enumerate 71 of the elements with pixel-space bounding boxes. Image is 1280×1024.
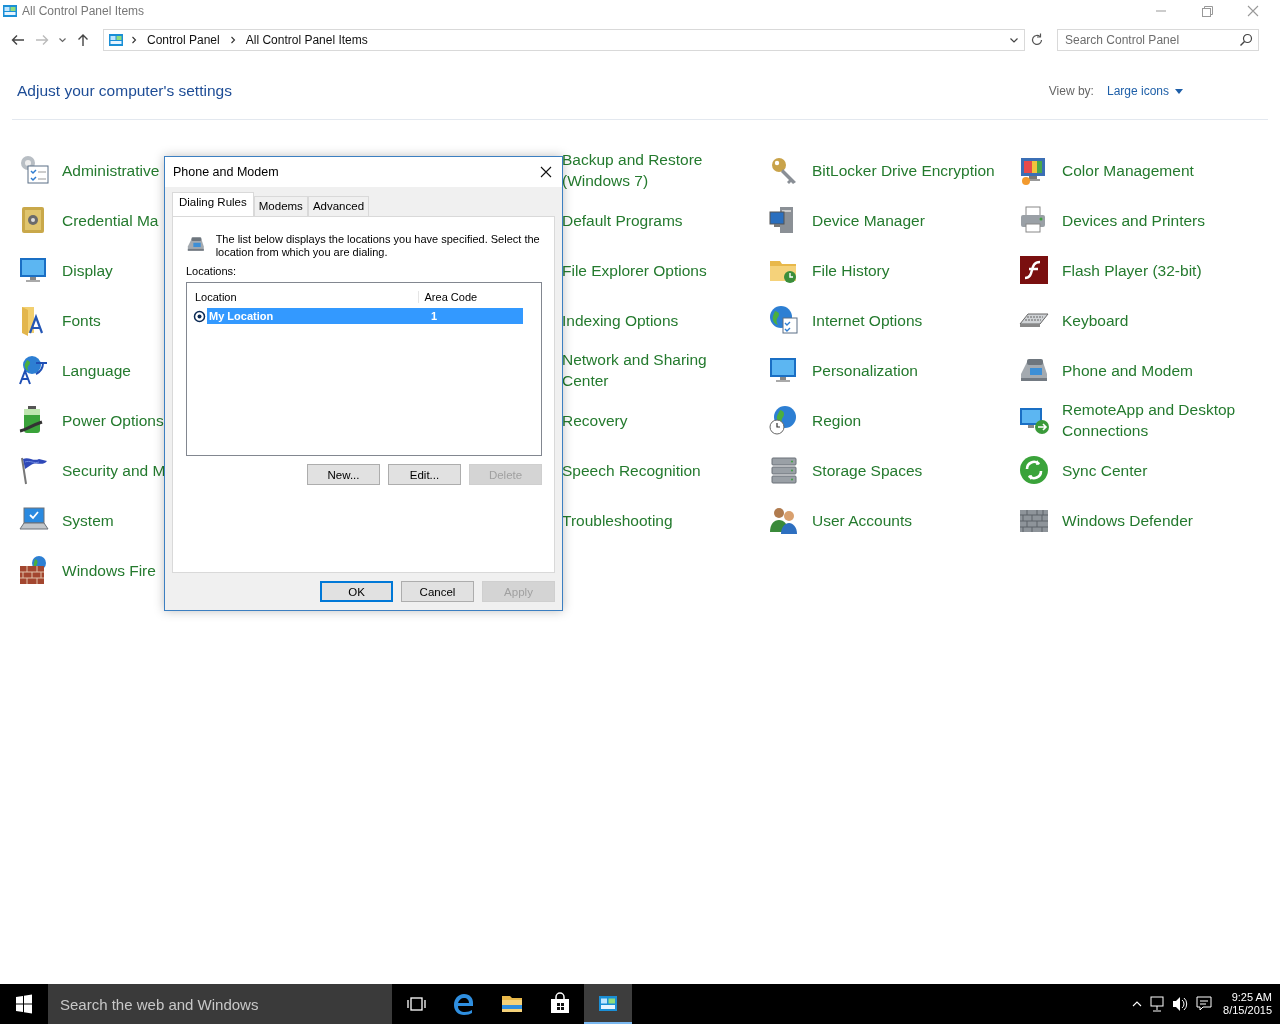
disk-stack-icon[interactable] (768, 454, 800, 486)
description-text: The list below displays the locations you have specified. Select the location from which you are dialing. (215, 232, 541, 259)
window-title: All Control Panel Items (22, 4, 145, 18)
close-icon[interactable] (539, 165, 553, 179)
item-link[interactable]: Sync Center (1062, 459, 1148, 481)
item-link[interactable]: Flash Player (32-bit) (1062, 259, 1202, 281)
item-link[interactable]: Storage Spaces (812, 459, 923, 481)
item-link[interactable]: Backup and Restore (Windows 7) (562, 149, 752, 191)
item-link[interactable]: Windows Fire (62, 559, 156, 581)
breadcrumb[interactable]: Control Panel (144, 33, 223, 47)
item-link[interactable]: Speech Recognition (562, 459, 701, 481)
item-link[interactable]: Default Programs (562, 209, 683, 231)
search-field[interactable]: Search Control Panel (1057, 29, 1259, 51)
item-link[interactable]: Internet Options (812, 309, 923, 331)
dialog-title: Phone and Modem (173, 165, 279, 179)
button[interactable]: New... (307, 464, 380, 485)
button[interactable]: Cancel (401, 581, 474, 602)
control-panel-icon[interactable] (584, 984, 632, 1024)
locations-label: Locations: (186, 265, 238, 277)
tab[interactable]: Modems (253, 196, 308, 216)
item-link[interactable]: Region (812, 409, 862, 431)
globe-checklist-icon[interactable] (768, 304, 800, 336)
view-mode-dropdown[interactable]: Large icons (1106, 84, 1183, 98)
item-link[interactable]: Personalization (812, 359, 918, 381)
address-bar[interactable]: Control Panel All Control Panel Items (103, 29, 1025, 51)
button[interactable]: OK (320, 581, 393, 602)
sync-icon[interactable] (1018, 454, 1050, 486)
location-target-icon (193, 309, 206, 323)
item-link[interactable]: Troubleshooting (562, 509, 673, 531)
item-link[interactable]: Color Management (1062, 159, 1194, 181)
search-icon[interactable] (1239, 33, 1253, 47)
caret-icon (1175, 88, 1183, 94)
globe-letters-icon[interactable] (18, 354, 50, 386)
tab[interactable]: Advanced (307, 196, 370, 216)
clock-time[interactable]: 9:25 AM (1231, 991, 1272, 1004)
item-link[interactable]: File History (812, 259, 890, 281)
button[interactable]: Edit... (388, 464, 461, 485)
list-row[interactable]: My Location 1 (207, 308, 523, 324)
item-link[interactable]: Keyboard (1062, 309, 1129, 331)
item-link[interactable]: Power Options (62, 409, 164, 431)
item-link[interactable]: Network and Sharing Center (562, 349, 752, 391)
breadcrumb[interactable]: All Control Panel Items (242, 33, 371, 47)
item-link[interactable]: Indexing Options (562, 309, 679, 331)
item-link[interactable]: Administrative (62, 159, 160, 181)
checklist-icon[interactable] (18, 154, 50, 186)
column-header[interactable]: Area Code (417, 290, 523, 303)
control-panel-icon (108, 32, 124, 48)
item-link[interactable]: Language (62, 359, 131, 381)
taskbar-search-field[interactable]: Search the web and Windows (48, 984, 392, 1024)
item-link[interactable]: Phone and Modem (1062, 359, 1193, 381)
item-link[interactable]: Devices and Printers (1062, 209, 1205, 231)
item-link[interactable]: Display (62, 259, 113, 281)
item-link[interactable]: System (62, 509, 114, 531)
control-panel-icon (2, 3, 18, 19)
clock-date[interactable]: 8/15/2015 (1223, 1004, 1272, 1017)
item-link[interactable]: Security and M (62, 459, 166, 481)
tab[interactable]: Dialing Rules (172, 192, 254, 216)
item-link[interactable]: Windows Defender (1062, 509, 1193, 531)
item-link[interactable]: RemoteApp and Desktop Connections (1062, 399, 1252, 441)
item-link[interactable]: User Accounts (812, 509, 912, 531)
back-arrow-icon[interactable] (10, 32, 26, 48)
item-link[interactable]: Credential Ma (62, 209, 159, 231)
view-by-label: View by: (1048, 84, 1094, 98)
page-heading: Adjust your computer's settings (17, 82, 232, 100)
flash-player-icon[interactable] (1018, 254, 1050, 286)
item-link[interactable]: Device Manager (812, 209, 925, 231)
item-link[interactable]: BitLocker Drive Encryption (812, 159, 995, 181)
item-link[interactable]: Recovery (562, 409, 628, 431)
item-link[interactable]: Fonts (62, 309, 101, 331)
column-header[interactable]: Location (193, 290, 418, 303)
item-link[interactable]: File Explorer Options (562, 259, 707, 281)
